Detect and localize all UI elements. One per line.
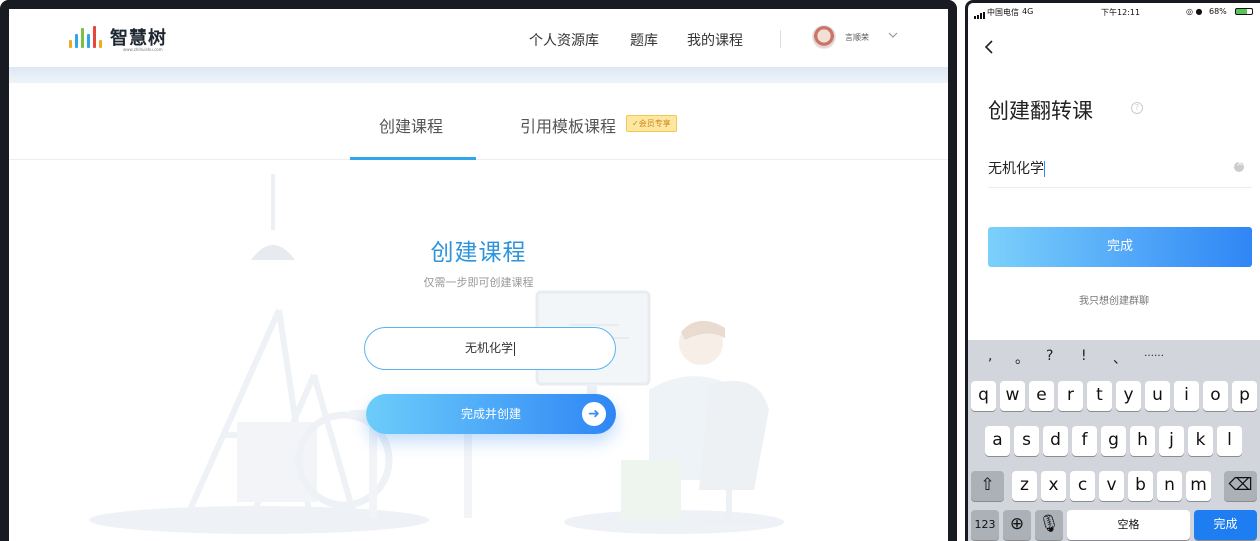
key-b[interactable]: b	[1128, 471, 1153, 501]
chevron-down-icon[interactable]	[887, 29, 899, 41]
create-course-title: 创建课程	[430, 240, 527, 266]
logo[interactable]: 智慧树 www.zhihuishu.com	[69, 26, 167, 52]
key-p[interactable]: p	[1232, 381, 1257, 411]
create-group-chat-link[interactable]: 我只想创建群聊	[968, 292, 1260, 307]
avatar[interactable]	[812, 25, 836, 49]
key-x[interactable]: x	[1041, 471, 1066, 501]
key-d[interactable]: d	[1043, 426, 1068, 456]
key-s[interactable]: s	[1014, 426, 1039, 456]
nav-question-bank[interactable]: 题库	[630, 30, 658, 50]
status-bar: 中国电信 4G 下午12:11 ◎ ● 68%	[968, 3, 1260, 21]
text-caret	[514, 341, 515, 356]
key-o[interactable]: o	[1203, 381, 1228, 411]
page-title: 创建翻转课	[988, 99, 1093, 123]
done-button[interactable]: 完成	[988, 227, 1252, 267]
alarm-icon: ◎ ●	[1186, 7, 1203, 16]
tab-create-course[interactable]: 创建课程	[379, 113, 443, 137]
help-icon[interactable]: ?	[1131, 102, 1143, 114]
done-key[interactable]: 完成	[1194, 510, 1257, 540]
signal-icon	[974, 12, 985, 19]
course-name-value: 无机化学	[464, 341, 513, 355]
nav-personal-library[interactable]: 个人资源库	[529, 30, 599, 50]
battery-percent: 68%	[1209, 7, 1227, 16]
key-question[interactable]: ?	[1046, 348, 1053, 372]
tab-template-course[interactable]: 引用模板课程	[520, 113, 616, 137]
create-course-subtitle: 仅需一步即可创建课程	[423, 276, 534, 289]
complete-and-create-button[interactable]: 完成并创建 ➜	[366, 394, 616, 434]
key-t[interactable]: t	[1087, 381, 1112, 411]
key-ellipsis[interactable]: ……	[1144, 348, 1164, 372]
key-g[interactable]: g	[1101, 426, 1126, 456]
logo-url: www.zhihuishu.com	[123, 47, 163, 52]
key-i[interactable]: i	[1174, 381, 1199, 411]
microphone-icon[interactable]: 🎙	[1035, 510, 1063, 540]
key-c[interactable]: c	[1070, 471, 1095, 501]
complete-and-create-label: 完成并创建	[460, 407, 521, 421]
key-j[interactable]: j	[1159, 426, 1184, 456]
nav-my-courses[interactable]: 我的课程	[687, 30, 743, 50]
input-underline	[988, 187, 1252, 188]
logo-bar	[93, 26, 96, 48]
network-type: 4G	[1022, 7, 1034, 16]
nav-divider	[780, 30, 781, 48]
key-pause[interactable]: 、	[1113, 348, 1127, 372]
username[interactable]: 言顺荣	[845, 32, 869, 43]
clear-input-icon[interactable]	[1234, 159, 1244, 172]
key-h[interactable]: h	[1130, 426, 1155, 456]
onscreen-keyboard: , 。 ? ! 、 …… qwertyuiop asdfghjkl zxcvbn…	[968, 340, 1260, 541]
text-caret	[1044, 161, 1045, 177]
arrow-right-icon: ➜	[582, 402, 606, 426]
space-key[interactable]: 空格	[1067, 510, 1190, 540]
key-exclaim[interactable]: !	[1081, 348, 1087, 372]
key-comma[interactable]: ,	[988, 348, 992, 372]
course-name-field-value: 无机化学	[988, 161, 1044, 177]
logo-bar	[81, 28, 84, 48]
key-u[interactable]: u	[1145, 381, 1170, 411]
battery-icon	[1235, 8, 1253, 15]
vip-badge: ✓会员专享	[626, 115, 677, 132]
key-z[interactable]: z	[1012, 471, 1037, 501]
logo-bar	[69, 40, 72, 48]
clock: 下午12:11	[1101, 8, 1141, 17]
phone-screen: 中国电信 4G 下午12:11 ◎ ● 68% 创建翻转课 ? 无机化学 完成 …	[965, 0, 1260, 541]
course-tabs: 创建课程 引用模板课程	[9, 83, 948, 160]
key-r[interactable]: r	[1058, 381, 1083, 411]
key-m[interactable]: m	[1186, 471, 1211, 501]
logo-bars-icon	[69, 26, 102, 48]
back-arrow-icon[interactable]	[982, 39, 998, 55]
key-q[interactable]: q	[971, 381, 996, 411]
delete-key[interactable]: ⌫	[1224, 471, 1257, 501]
globe-icon[interactable]: ⊕	[1003, 510, 1031, 540]
numbers-key[interactable]: 123	[971, 510, 999, 540]
shift-key[interactable]: ⇧	[971, 471, 1004, 501]
top-navigation-bar: 智慧树 www.zhihuishu.com 个人资源库 题库 我的课程 言顺荣	[9, 9, 948, 67]
key-e[interactable]: e	[1029, 381, 1054, 411]
key-l[interactable]: l	[1217, 426, 1242, 456]
logo-bar	[75, 34, 78, 48]
create-course-area: 创建课程 仅需一步即可创建课程 无机化学 完成并创建 ➜	[9, 160, 948, 541]
logo-bar	[87, 34, 90, 48]
logo-bar	[99, 40, 102, 48]
header-shadow-band	[9, 67, 948, 83]
key-w[interactable]: w	[1000, 381, 1025, 411]
key-y[interactable]: y	[1116, 381, 1141, 411]
logo-text: 智慧树	[110, 28, 167, 49]
vip-badge-label: 会员专享	[638, 119, 671, 128]
desktop-window: 智慧树 www.zhihuishu.com 个人资源库 题库 我的课程 言顺荣 …	[0, 0, 957, 541]
key-a[interactable]: a	[985, 426, 1010, 456]
key-k[interactable]: k	[1188, 426, 1213, 456]
key-period[interactable]: 。	[1015, 348, 1029, 372]
course-name-field[interactable]: 无机化学	[988, 158, 1252, 178]
carrier: 中国电信	[987, 8, 1019, 17]
key-n[interactable]: n	[1157, 471, 1182, 501]
key-v[interactable]: v	[1099, 471, 1124, 501]
key-f[interactable]: f	[1072, 426, 1097, 456]
course-name-input[interactable]: 无机化学	[364, 327, 616, 370]
